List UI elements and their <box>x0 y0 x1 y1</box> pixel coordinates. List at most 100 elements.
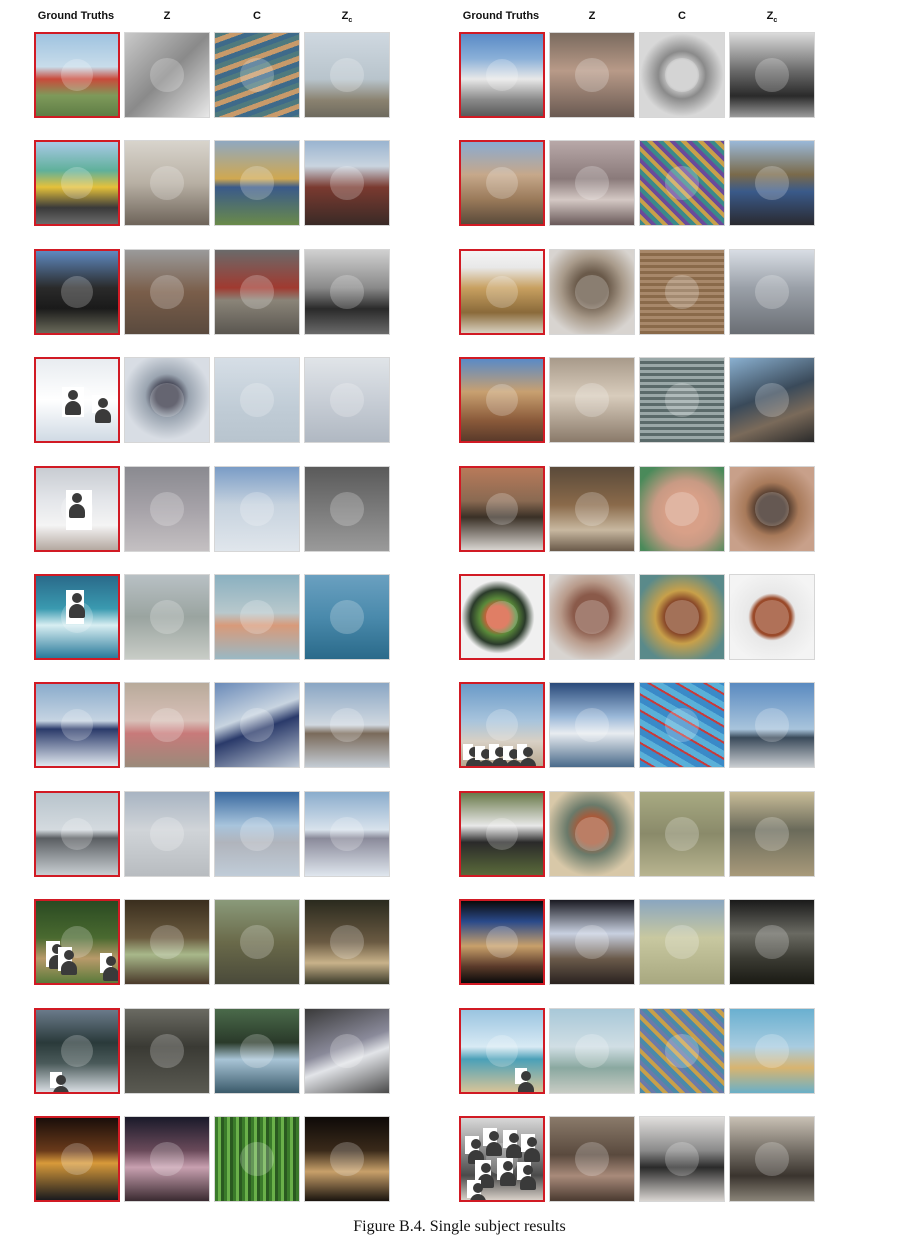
zc-reconstruction <box>304 32 390 118</box>
image-detail <box>150 492 184 526</box>
image-detail <box>755 383 789 417</box>
image-detail <box>755 275 789 309</box>
z-reconstruction <box>124 682 210 768</box>
c-reconstruction <box>214 899 300 985</box>
image-detail <box>330 925 364 959</box>
image-detail <box>665 58 699 92</box>
ground-truth-image <box>459 574 545 660</box>
z-reconstruction <box>549 249 635 335</box>
image-detail <box>575 1142 609 1176</box>
image-detail <box>755 925 789 959</box>
c-reconstruction <box>639 791 725 877</box>
person-silhouette-icon <box>58 947 77 975</box>
z-reconstruction <box>549 32 635 118</box>
ground-truth-image <box>34 466 120 552</box>
header-zc: Zc <box>729 10 815 24</box>
image-detail <box>575 708 609 742</box>
image-detail <box>665 275 699 309</box>
image-detail <box>755 58 789 92</box>
header-c: C <box>678 10 686 22</box>
z-reconstruction <box>549 466 635 552</box>
image-detail <box>485 58 519 92</box>
c-reconstruction <box>639 1008 725 1094</box>
image-detail <box>755 600 789 634</box>
person-silhouette-icon <box>497 1158 516 1186</box>
person-silhouette-icon <box>517 1162 536 1190</box>
ground-truth-image <box>34 249 120 335</box>
ground-truth-image <box>459 791 545 877</box>
c-reconstruction <box>639 466 725 552</box>
header-z: Z <box>588 10 596 22</box>
image-detail <box>150 275 184 309</box>
c-reconstruction <box>214 791 300 877</box>
image-detail <box>240 817 274 851</box>
c-reconstruction <box>214 32 300 118</box>
zc-reconstruction <box>304 1008 390 1094</box>
image-detail <box>665 1034 699 1068</box>
image-detail <box>330 708 364 742</box>
image-detail <box>330 1034 364 1068</box>
ground-truth-image <box>459 899 545 985</box>
image-detail <box>755 1142 789 1176</box>
zc-reconstruction <box>304 1116 390 1202</box>
person-silhouette-icon <box>503 746 522 766</box>
ground-truth-image <box>34 574 120 660</box>
person-silhouette-icon <box>489 744 508 766</box>
zc-reconstruction <box>304 791 390 877</box>
image-detail <box>60 1142 94 1176</box>
image-detail <box>485 275 519 309</box>
image-detail <box>665 817 699 851</box>
person-silhouette-icon <box>62 387 84 417</box>
image-detail <box>240 600 274 634</box>
image-detail <box>485 492 519 526</box>
image-detail <box>60 275 94 309</box>
zc-reconstruction <box>729 682 815 768</box>
image-detail <box>575 383 609 417</box>
zc-reconstruction <box>304 357 390 443</box>
image-detail <box>575 925 609 959</box>
image-detail <box>150 166 184 200</box>
image-detail <box>240 275 274 309</box>
image-detail <box>575 275 609 309</box>
zc-reconstruction <box>304 249 390 335</box>
c-reconstruction <box>639 357 725 443</box>
person-silhouette-icon <box>66 590 85 624</box>
image-detail <box>575 492 609 526</box>
zc-reconstruction <box>729 249 815 335</box>
z-reconstruction <box>549 574 635 660</box>
c-reconstruction <box>639 32 725 118</box>
image-detail <box>575 600 609 634</box>
image-detail <box>60 166 94 200</box>
zc-reconstruction <box>729 1008 815 1094</box>
image-detail <box>575 1034 609 1068</box>
c-reconstruction <box>214 249 300 335</box>
image-detail <box>485 383 519 417</box>
ground-truth-image <box>34 899 120 985</box>
c-reconstruction <box>639 574 725 660</box>
image-detail <box>665 492 699 526</box>
header-z: Z <box>163 10 171 22</box>
c-reconstruction <box>214 1008 300 1094</box>
image-detail <box>240 925 274 959</box>
header-ground-truths: Ground Truths <box>462 10 540 22</box>
person-silhouette-icon <box>467 1180 486 1200</box>
c-reconstruction <box>639 899 725 985</box>
person-silhouette-icon <box>463 744 482 766</box>
image-detail <box>330 600 364 634</box>
image-detail <box>150 1142 184 1176</box>
header-c: C <box>253 10 261 22</box>
image-detail <box>575 58 609 92</box>
image-detail <box>150 1034 184 1068</box>
c-reconstruction <box>639 249 725 335</box>
z-reconstruction <box>124 466 210 552</box>
c-reconstruction <box>639 682 725 768</box>
c-reconstruction <box>639 140 725 226</box>
zc-reconstruction <box>729 1116 815 1202</box>
image-detail <box>330 383 364 417</box>
image-detail <box>240 1142 274 1176</box>
ground-truth-image <box>34 32 120 118</box>
zc-reconstruction <box>304 574 390 660</box>
person-silhouette-icon <box>521 1134 540 1162</box>
image-detail <box>60 1034 94 1068</box>
zc-reconstruction <box>729 466 815 552</box>
